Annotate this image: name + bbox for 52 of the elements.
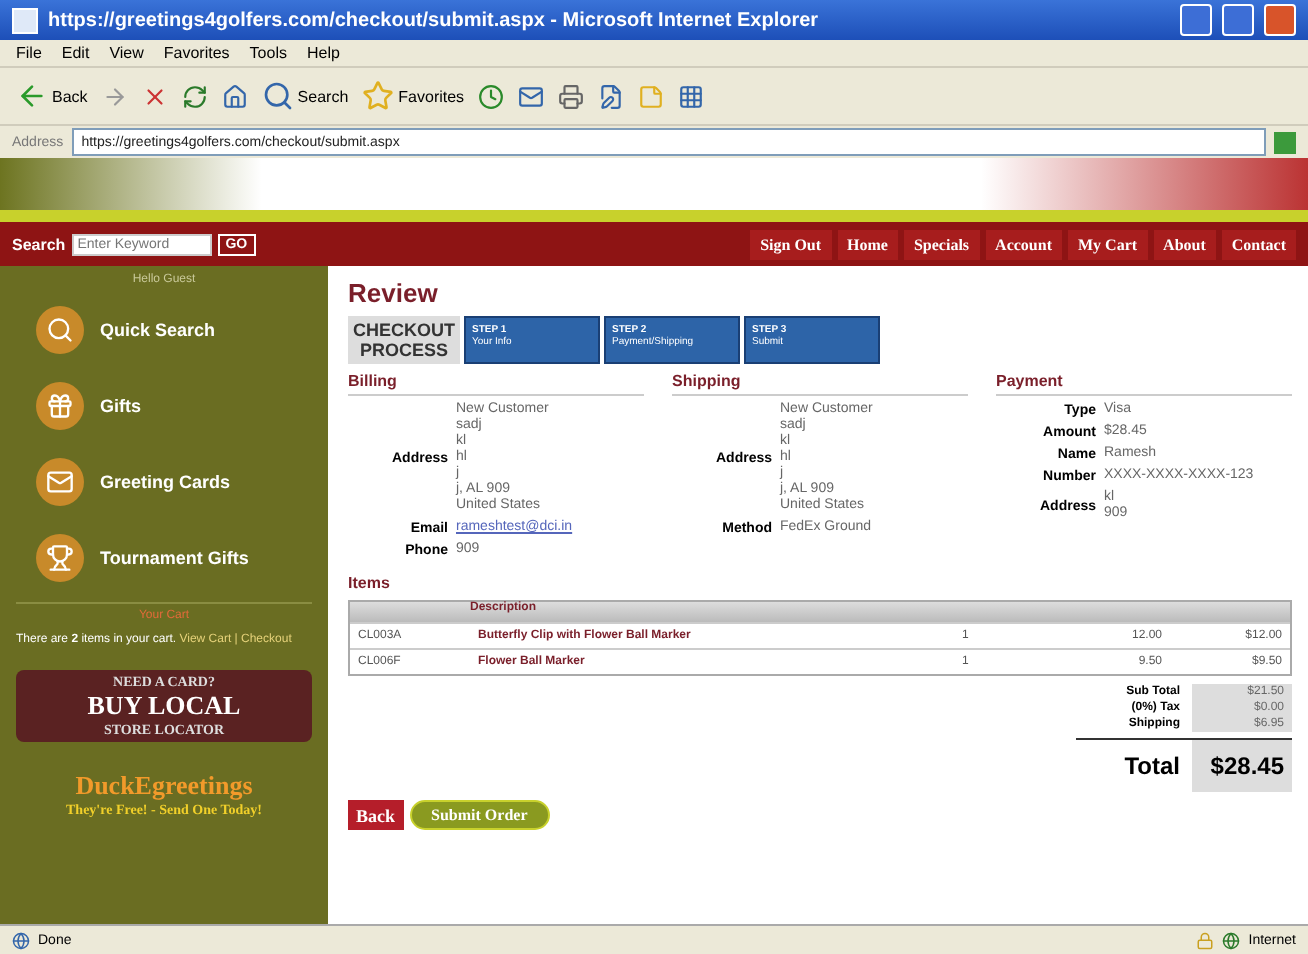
print-button[interactable] — [558, 83, 585, 109]
grand-total-value: $28.45 — [1192, 740, 1292, 792]
lock-icon — [1196, 931, 1215, 949]
sidebar-item[interactable]: Quick Search — [16, 298, 312, 362]
sidebar-item[interactable]: Greeting Cards — [16, 450, 312, 514]
back-icon — [16, 80, 48, 112]
section-title: Shipping — [672, 372, 968, 396]
trophy-icon — [36, 534, 84, 582]
search-button[interactable]: Search — [261, 80, 349, 112]
history-button[interactable] — [478, 83, 505, 109]
window-title: https://greetings4golfers.com/checkout/submit.aspx - Microsoft Internet Explorer — [48, 9, 821, 31]
nav-link[interactable]: Contact — [1221, 229, 1296, 259]
nav-link[interactable]: Account — [985, 229, 1062, 259]
globe-icon — [1222, 931, 1241, 949]
nav-link[interactable]: About — [1153, 229, 1216, 259]
search-label: Search — [12, 235, 66, 253]
minimize-button[interactable] — [1180, 4, 1212, 36]
nav-link[interactable]: My Cart — [1068, 229, 1148, 259]
search-icon — [36, 306, 84, 354]
back-button[interactable]: Back — [16, 80, 88, 112]
checkout-process-label: CHECKOUT PROCESS — [348, 316, 460, 364]
refresh-button[interactable] — [181, 83, 208, 109]
favorites-icon — [362, 80, 395, 112]
back-button[interactable]: Back — [348, 800, 404, 830]
stop-button[interactable] — [141, 83, 168, 109]
menu-item[interactable]: Tools — [249, 44, 287, 62]
browser-icon — [12, 7, 38, 33]
edit-button[interactable] — [598, 83, 625, 109]
go-button[interactable] — [1274, 131, 1296, 153]
home-button[interactable] — [221, 83, 248, 109]
section-title: Billing — [348, 372, 644, 396]
favorites-button[interactable]: Favorites — [362, 80, 465, 112]
sidebar-item[interactable]: Gifts — [16, 374, 312, 438]
nav-link[interactable]: Home — [837, 229, 898, 259]
search-icon — [261, 80, 294, 112]
grid-button[interactable] — [678, 83, 705, 109]
page-title: Review — [348, 278, 440, 308]
section-title: Payment — [996, 372, 1292, 396]
sidebar-item[interactable]: Tournament Gifts — [16, 526, 312, 590]
gift-icon — [36, 382, 84, 430]
items-title: Items — [348, 574, 392, 592]
menu-item[interactable]: File — [16, 44, 42, 62]
nav-link[interactable]: Specials — [903, 229, 980, 259]
close-button[interactable] — [1264, 4, 1296, 36]
mail-button[interactable] — [518, 83, 545, 109]
menu-item[interactable]: View — [109, 44, 144, 62]
menu-item[interactable]: Help — [306, 44, 340, 62]
maximize-button[interactable] — [1222, 4, 1254, 36]
grand-total-label: Total — [1122, 752, 1182, 780]
menu-item[interactable]: Edit — [61, 44, 90, 62]
nav-link[interactable]: Sign Out — [750, 229, 832, 259]
menu-item[interactable]: Favorites — [163, 44, 230, 62]
